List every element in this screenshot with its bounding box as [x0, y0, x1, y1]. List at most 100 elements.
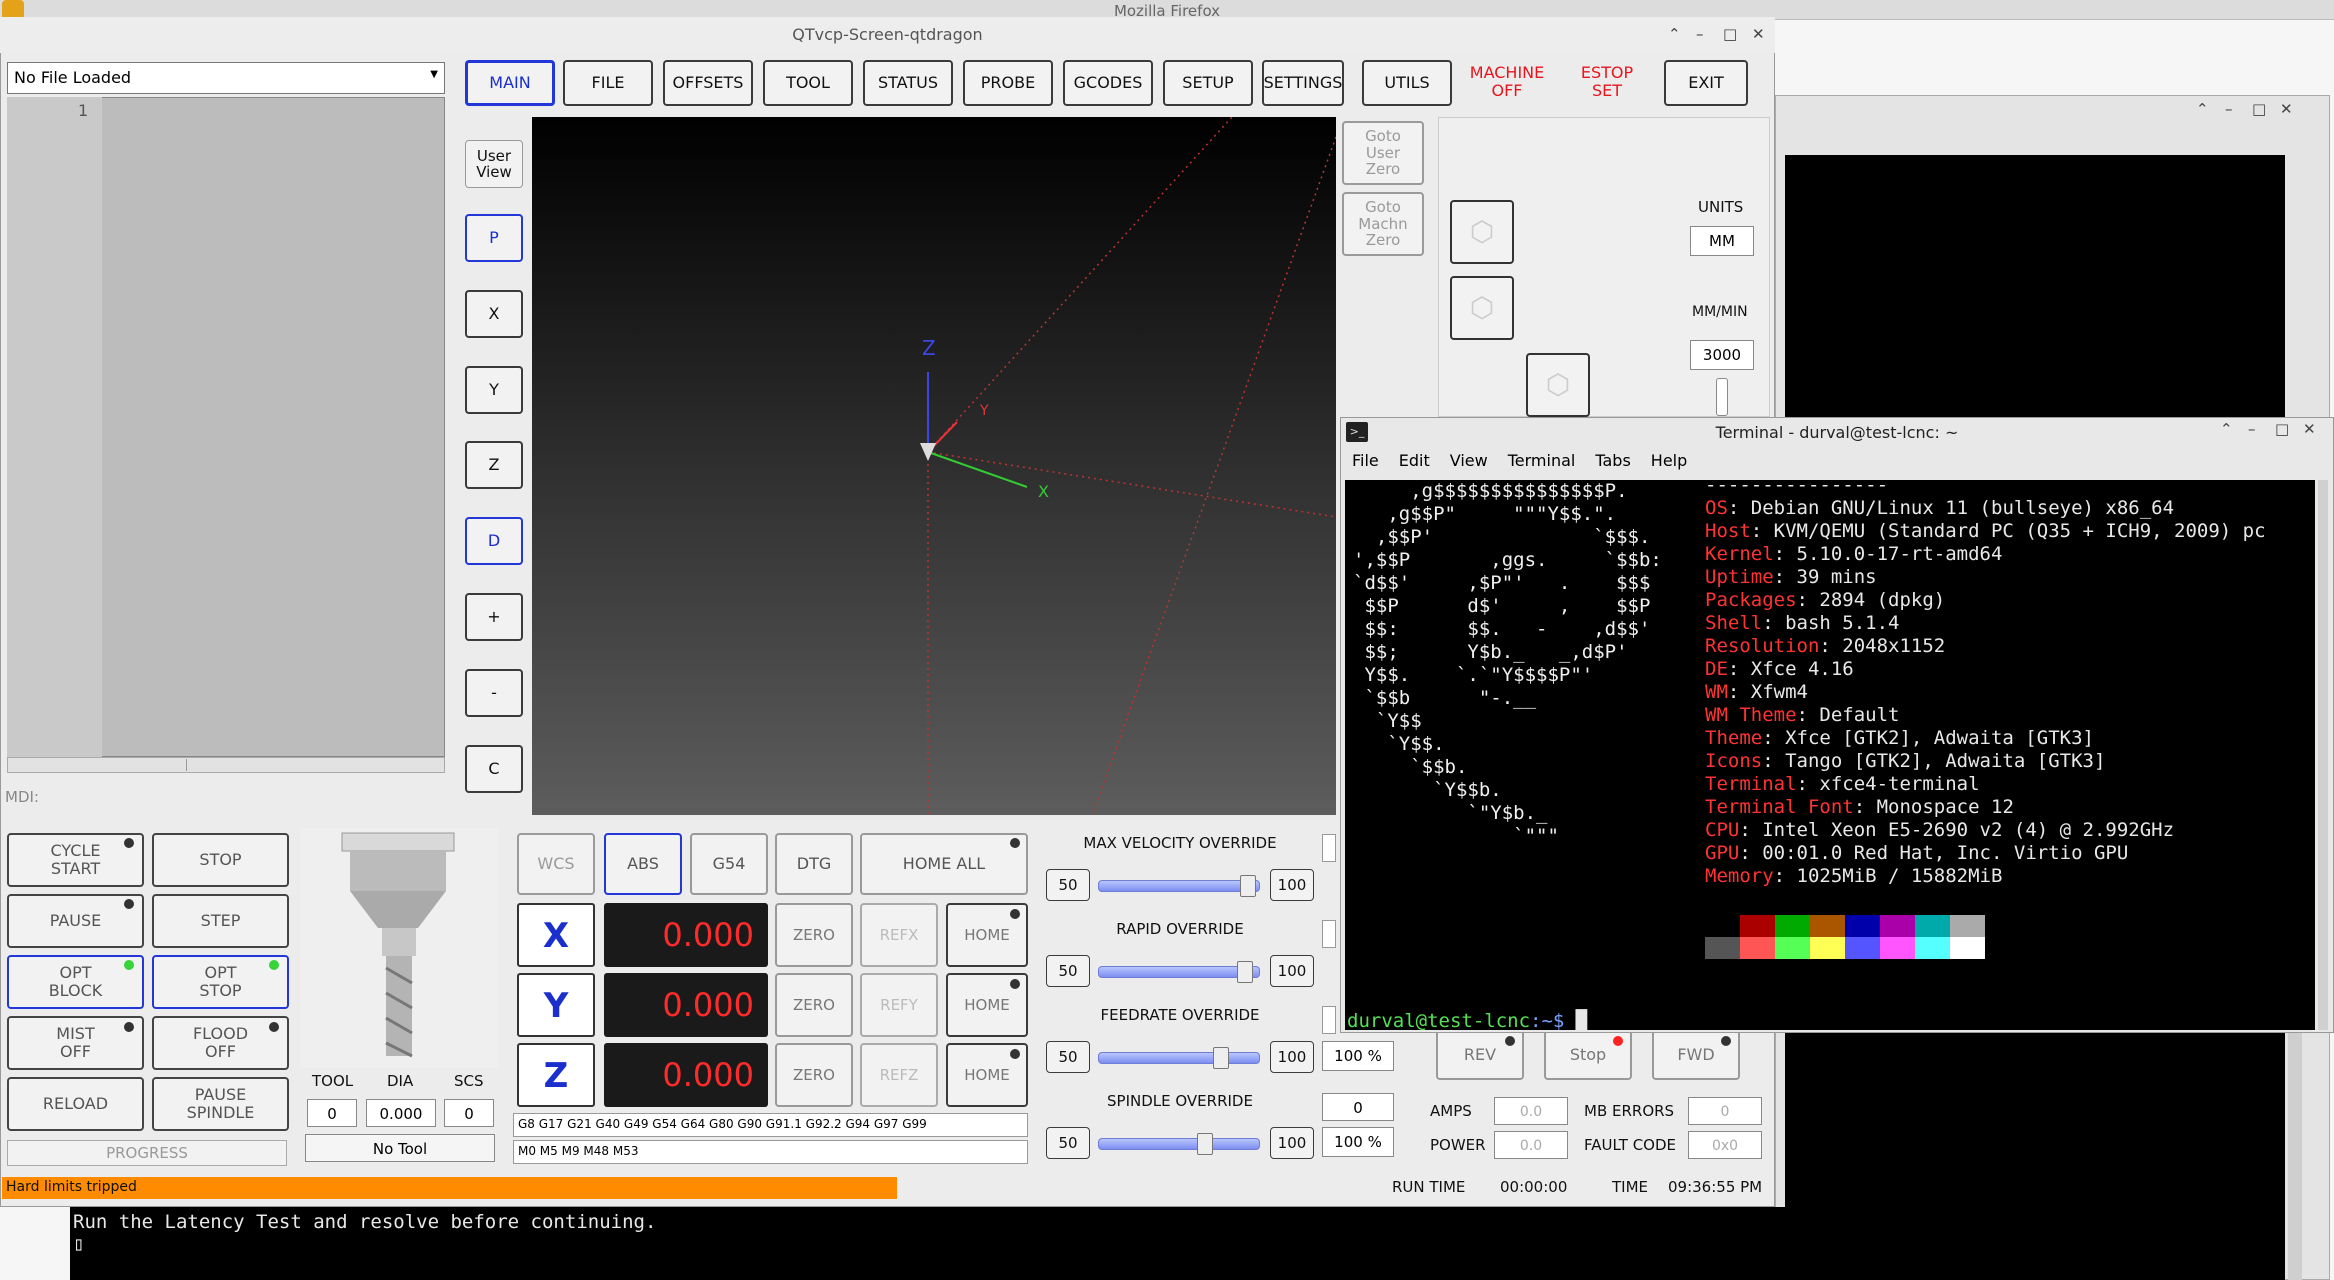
tab-gcodes[interactable]: GCODES [1063, 60, 1153, 106]
maximize-icon[interactable]: □ [1723, 25, 1737, 43]
tab-tool[interactable]: TOOL [763, 60, 853, 106]
terminal-menu-view[interactable]: View [1450, 451, 1488, 473]
goto-user-zero-button[interactable]: Goto User Zero [1342, 121, 1424, 185]
ref-z-button[interactable]: REFZ [860, 1043, 938, 1107]
reload-button[interactable]: RELOAD [7, 1077, 144, 1131]
user-view-button[interactable]: User View [465, 140, 523, 188]
info-key: DE [1705, 658, 1728, 680]
override-max-button[interactable]: 100 [1270, 869, 1314, 901]
axis-z-button[interactable]: Z [517, 1043, 595, 1107]
goto-machine-zero-button[interactable]: Goto Machn Zero [1342, 192, 1424, 256]
logo-line: `d$$' ,$P"' . $$$ [1353, 572, 1651, 594]
terminal-menu-terminal[interactable]: Terminal [1508, 451, 1576, 473]
override-min-button[interactable]: 50 [1046, 955, 1090, 987]
tab-offsets[interactable]: OFFSETS [663, 60, 753, 106]
close-icon[interactable]: ✕ [2280, 100, 2293, 118]
override-slider[interactable] [1098, 880, 1260, 892]
override-slider[interactable] [1098, 1138, 1260, 1150]
tab-probe[interactable]: PROBE [963, 60, 1053, 106]
override-slider-handle[interactable] [1197, 1133, 1213, 1155]
exit-button[interactable]: EXIT [1664, 60, 1748, 106]
terminal-menu-help[interactable]: Help [1651, 451, 1687, 473]
zero-z-button[interactable]: ZERO [775, 1043, 853, 1107]
override-slider-handle[interactable] [1237, 961, 1253, 983]
step-button[interactable]: STEP [152, 894, 289, 948]
override-min-button[interactable]: 50 [1046, 1041, 1090, 1073]
override-slider-handle[interactable] [1240, 875, 1256, 897]
dtg-button[interactable]: DTG [775, 833, 853, 895]
run-time-value: 00:00:00 [1500, 1178, 1568, 1196]
terminal-menu-edit[interactable]: Edit [1399, 451, 1430, 473]
estop-button[interactable]: ESTOP SET [1562, 60, 1652, 104]
info-value: Xfwm4 [1750, 681, 1808, 703]
override-slider[interactable] [1098, 1052, 1260, 1064]
shell-prompt[interactable]: durval@test-lcnc:~$ █ [1347, 1010, 1587, 1030]
mdi-input[interactable] [45, 783, 455, 811]
zero-x-button[interactable]: ZERO [775, 903, 853, 967]
close-icon[interactable]: ✕ [1752, 25, 1765, 43]
override-max-button[interactable]: 100 [1270, 955, 1314, 987]
zoom-in-button[interactable]: + [465, 593, 523, 641]
override-title: MAX VELOCITY OVERRIDE [1083, 834, 1277, 852]
jog-z-minus-button[interactable]: ⬡ [1450, 276, 1514, 340]
close-icon[interactable]: ✕ [2303, 420, 2316, 438]
view-x-button[interactable]: X [465, 290, 523, 338]
tab-setup[interactable]: SETUP [1163, 60, 1253, 106]
minimize-icon[interactable]: ⌃ [2196, 100, 2209, 118]
info-colon: : [1796, 773, 1820, 795]
pause-spindle-button[interactable]: PAUSE SPINDLE [152, 1077, 289, 1131]
maximize-icon[interactable]: □ [2275, 420, 2289, 438]
minimize-icon[interactable]: – [2225, 100, 2233, 118]
tab-utils[interactable]: UTILS [1362, 60, 1452, 106]
ref-y-button[interactable]: REFY [860, 973, 938, 1037]
override-min-button[interactable]: 50 [1046, 1127, 1090, 1159]
zoom-out-button[interactable]: - [465, 669, 523, 717]
g54-button[interactable]: G54 [690, 833, 768, 895]
override-max-button[interactable]: 100 [1270, 1041, 1314, 1073]
file-select-value: No File Loaded [14, 68, 132, 87]
terminal-menu-tabs[interactable]: Tabs [1595, 451, 1630, 473]
maximize-icon[interactable]: □ [2252, 100, 2266, 118]
override-slider-handle[interactable] [1213, 1047, 1229, 1069]
file-select[interactable]: No File Loaded ▼ [7, 62, 445, 94]
override-max-button[interactable]: 100 [1270, 1127, 1314, 1159]
zero-y-button[interactable]: ZERO [775, 973, 853, 1037]
jog-y-plus-button[interactable]: ⬡ [1526, 353, 1590, 417]
shade-icon[interactable]: ⌃ [2220, 420, 2233, 438]
terminal-output[interactable]: Run the Latency Test and resolve before … [70, 1207, 2285, 1280]
minimize-icon[interactable]: – [2248, 420, 2256, 438]
view-dimensions-button[interactable]: D [465, 517, 523, 565]
gcode-3d-viewport[interactable]: Z Y X [532, 116, 1337, 816]
override-min-button[interactable]: 50 [1046, 869, 1090, 901]
override-slider[interactable] [1098, 966, 1260, 978]
terminal-scrollbar[interactable] [2318, 480, 2328, 1030]
jog-z-plus-button[interactable]: ⬡ [1450, 200, 1514, 264]
home-all-button[interactable]: HOME ALL [860, 833, 1028, 895]
wcs-button[interactable]: WCS [517, 833, 595, 895]
clear-plot-button[interactable]: C [465, 745, 523, 793]
horizontal-scrollbar[interactable] [7, 757, 445, 773]
tab-main[interactable]: MAIN [465, 60, 555, 106]
abs-button[interactable]: ABS [604, 833, 682, 895]
view-p-button[interactable]: P [465, 214, 523, 262]
axis-y-button[interactable]: Y [517, 973, 595, 1037]
view-y-button[interactable]: Y [465, 366, 523, 414]
terminal-menu-file[interactable]: File [1352, 451, 1379, 473]
tab-status[interactable]: STATUS [863, 60, 953, 106]
scroll-thumb[interactable] [186, 759, 187, 771]
machine-power-button[interactable]: MACHINE OFF [1462, 60, 1552, 104]
tab-file[interactable]: FILE [563, 60, 653, 106]
shade-icon[interactable]: ⌃ [1668, 25, 1681, 43]
mist-led [124, 1022, 134, 1032]
jog-rate-input[interactable]: 3000 [1690, 340, 1754, 370]
jog-rate-slider[interactable] [1716, 378, 1728, 416]
ref-x-button[interactable]: REFX [860, 903, 938, 967]
view-z-button[interactable]: Z [465, 441, 523, 489]
rate-label: MM/MIN [1692, 304, 1748, 320]
tab-settings[interactable]: SETTINGS [1262, 60, 1344, 106]
axis-x-button[interactable]: X [517, 903, 595, 967]
terminal-screen[interactable]: ,g$$$$$$$$$$$$$$$P. ,g$$P" """Y$$.". ,$$… [1345, 480, 2315, 1030]
minimize-icon[interactable]: – [1696, 25, 1704, 43]
override-title: RAPID OVERRIDE [1116, 920, 1244, 938]
stop-button[interactable]: STOP [152, 833, 289, 887]
